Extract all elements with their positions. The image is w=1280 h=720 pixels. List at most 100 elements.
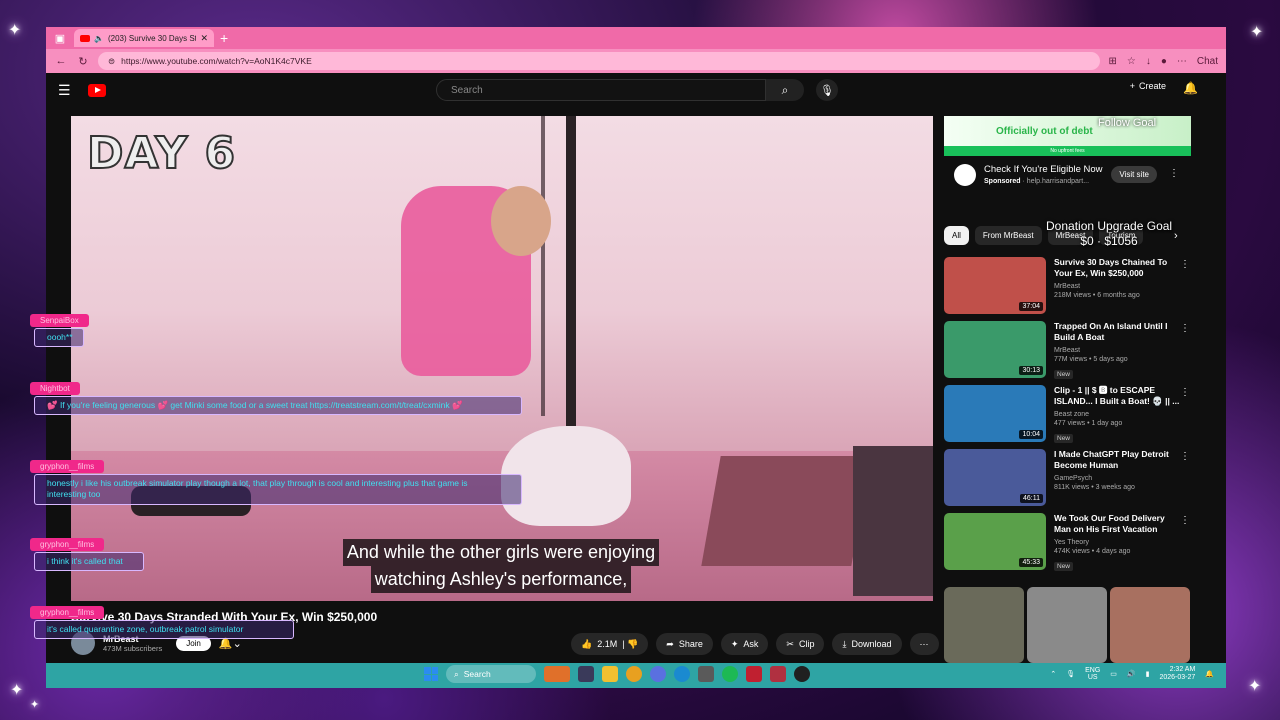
more-actions-button[interactable]: ⋯ <box>909 633 939 655</box>
notifications-bell-icon[interactable]: 🔔 <box>1183 81 1198 95</box>
youtube-logo[interactable] <box>88 83 106 97</box>
recommendations-list: 37:04 Survive 30 Days Chained To Your Ex… <box>944 257 1194 577</box>
rec-channel[interactable]: MrBeast <box>1054 283 1182 290</box>
rec-channel[interactable]: MrBeast <box>1054 347 1182 354</box>
day-overlay-text: DAY 6 <box>86 127 237 180</box>
more-vert-icon[interactable]: ⋮ <box>1180 323 1190 334</box>
download-label: Download <box>851 639 892 649</box>
list-item[interactable]: 45:33 We Took Our Food Delivery Man on H… <box>944 513 1194 577</box>
chip-all[interactable]: All <box>944 226 969 245</box>
ad-more-icon[interactable]: ⋮ <box>1169 168 1179 179</box>
search-button[interactable]: ⌕ <box>766 79 804 101</box>
acrobat-icon[interactable] <box>746 666 762 682</box>
sponsored-ad-card[interactable]: Officially out of debt No upfront fees C… <box>944 116 1191 214</box>
list-item[interactable]: 37:04 Survive 30 Days Chained To Your Ex… <box>944 257 1194 321</box>
spotify-icon[interactable] <box>722 666 738 682</box>
network-icon[interactable]: ▭ <box>1110 670 1117 678</box>
back-icon[interactable]: ← <box>54 55 68 67</box>
download-button[interactable]: ⤓ Download <box>832 633 902 655</box>
list-item[interactable]: 10:04 Clip - 1 || $ 🅱 to ESCAPE ISLAND..… <box>944 385 1194 449</box>
close-tab-icon[interactable]: ✕ <box>200 33 208 44</box>
rec-title[interactable]: Clip - 1 || $ 🅱 to ESCAPE ISLAND... I Bu… <box>1054 385 1182 408</box>
more-vert-icon[interactable]: ⋮ <box>1180 515 1190 526</box>
favorite-star-icon[interactable]: ☆ <box>1127 56 1136 67</box>
browser-tab-active[interactable]: 🔈 (203) Survive 30 Days Stranded ✕ <box>74 29 214 47</box>
short-thumbnail[interactable] <box>1110 587 1190 663</box>
task-view-icon[interactable] <box>578 666 594 682</box>
taskbar-app-icon[interactable] <box>544 666 570 682</box>
taskbar-search[interactable]: ⌕ Search <box>446 665 536 683</box>
discord-icon[interactable] <box>650 666 666 682</box>
video-thumbnail[interactable]: 37:04 <box>944 257 1046 314</box>
obs-icon[interactable] <box>794 666 810 682</box>
chat-button[interactable]: Chat <box>1197 56 1218 67</box>
video-thumbnail[interactable]: 45:33 <box>944 513 1046 570</box>
store-icon[interactable] <box>698 666 714 682</box>
chip-from-mrbeast[interactable]: From MrBeast <box>974 226 1042 245</box>
battery-icon[interactable]: ▮ <box>1146 670 1150 678</box>
refresh-icon[interactable]: ↻ <box>76 55 90 68</box>
rec-channel[interactable]: GamePsych <box>1054 475 1182 482</box>
list-item[interactable]: 46:11 I Made ChatGPT Play Detroit Become… <box>944 449 1194 513</box>
volume-icon[interactable]: 🔊 <box>1127 670 1136 678</box>
edge-browser-icon[interactable] <box>674 666 690 682</box>
speaker-icon[interactable]: 🔈 <box>94 34 104 43</box>
sparkle-icon: ✦ <box>10 682 24 699</box>
hamburger-menu-icon[interactable]: ☰ <box>58 82 78 99</box>
video-thumbnail[interactable]: 46:11 <box>944 449 1046 506</box>
list-item[interactable]: 30:13 Trapped On An Island Until I Build… <box>944 321 1194 385</box>
download-icon[interactable]: ↓ <box>1146 56 1151 67</box>
chat-message: SenpaiBox oooh** <box>30 310 89 348</box>
rec-channel[interactable]: Beast zone <box>1054 411 1182 418</box>
duration-badge: 30:13 <box>1019 366 1043 375</box>
file-explorer-icon[interactable] <box>602 666 618 682</box>
windows-start-icon[interactable] <box>424 667 438 681</box>
microphone-tray-icon[interactable]: 🎙 <box>1066 670 1075 678</box>
app-icon[interactable] <box>626 666 642 682</box>
video-scene-box <box>853 446 933 596</box>
url-field[interactable]: ⊜ https://www.youtube.com/watch?v=AoN1K4… <box>98 52 1101 70</box>
rec-meta: 477 views • 1 day ago <box>1054 419 1123 427</box>
tab-actions-icon[interactable]: ▣ <box>52 30 68 46</box>
site-info-icon[interactable]: ⊜ <box>108 56 115 67</box>
clock[interactable]: 2:32 AM 2026-03-27 <box>1159 666 1195 683</box>
more-vert-icon[interactable]: ⋮ <box>1180 451 1190 462</box>
tab-title: (203) Survive 30 Days Stranded <box>107 33 197 43</box>
video-thumbnail[interactable]: 10:04 <box>944 385 1046 442</box>
language-indicator[interactable]: ENG US <box>1085 667 1100 682</box>
short-thumbnail[interactable] <box>1027 587 1107 663</box>
search-input[interactable]: Search <box>436 79 766 101</box>
dislike-icon[interactable]: | 👎 <box>622 639 638 650</box>
chevron-right-icon[interactable]: › <box>1174 230 1178 242</box>
share-button[interactable]: ➦ Share <box>656 633 713 655</box>
video-player[interactable]: DAY 6 And while the other girls were enj… <box>71 116 933 601</box>
rec-title[interactable]: Trapped On An Island Until I Build A Boa… <box>1054 321 1182 344</box>
duration-badge: 46:11 <box>1020 494 1043 503</box>
notifications-icon[interactable]: 🔔 <box>1205 670 1214 678</box>
ask-button[interactable]: ✦ Ask <box>720 633 769 655</box>
browser-window: ▣ 🔈 (203) Survive 30 Days Stranded ✕ + ←… <box>46 27 1226 663</box>
like-count: 2.1M <box>597 639 618 649</box>
voice-search-button[interactable]: 🎙 <box>816 79 838 101</box>
clip-button[interactable]: ✂ Clip <box>776 633 825 655</box>
create-button[interactable]: + Create <box>1130 81 1166 91</box>
more-vert-icon[interactable]: ⋮ <box>1180 259 1190 270</box>
rec-channel[interactable]: Yes Theory <box>1054 539 1182 546</box>
chevron-up-icon[interactable]: ⌃ <box>1050 670 1056 678</box>
video-thumbnail[interactable]: 30:13 <box>944 321 1046 378</box>
taskbar-center: ⌕ Search <box>424 665 810 683</box>
visit-site-button[interactable]: Visit site <box>1111 166 1157 183</box>
chat-text: it's called quarantine zone, outbreak pa… <box>34 620 294 640</box>
valorant-icon[interactable] <box>770 666 786 682</box>
rec-title[interactable]: I Made ChatGPT Play Detroit Become Human <box>1054 449 1182 472</box>
new-tab-button[interactable]: + <box>220 30 228 46</box>
like-button[interactable]: 👍 2.1M | 👎 <box>571 633 649 655</box>
video-scene-person-head <box>491 186 551 256</box>
extensions-icon[interactable]: ⊞ <box>1108 56 1116 67</box>
rec-title[interactable]: Survive 30 Days Chained To Your Ex, Win … <box>1054 257 1182 280</box>
more-menu-icon[interactable]: ⋯ <box>1177 56 1187 67</box>
more-vert-icon[interactable]: ⋮ <box>1180 387 1190 398</box>
short-thumbnail[interactable] <box>944 587 1024 663</box>
profile-icon[interactable]: ● <box>1161 56 1167 67</box>
rec-title[interactable]: We Took Our Food Delivery Man on His Fir… <box>1054 513 1182 536</box>
